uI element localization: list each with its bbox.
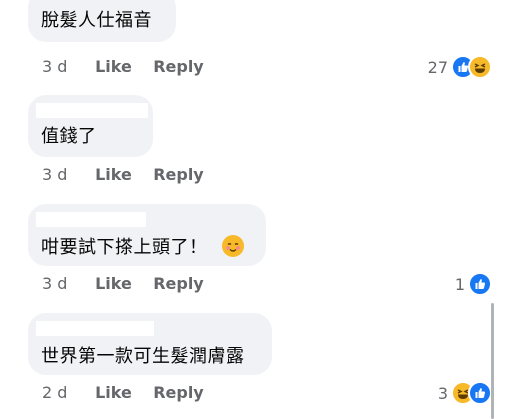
comment-bubble: 值錢了 — [28, 95, 153, 157]
comment-text: 咁要試下搽上頭了！ — [41, 235, 244, 260]
comment-actions: 3 d Like Reply — [42, 57, 204, 77]
like-button[interactable]: Like — [95, 57, 148, 77]
like-icon — [468, 381, 492, 405]
comment-item: 世界第一款可生髮潤膚露 2 d Like Reply 3 — [0, 313, 522, 417]
comment-bubble: 咁要試下搽上頭了！ — [28, 204, 266, 266]
comment-actions: 3 d Like Reply — [42, 165, 204, 185]
like-icon — [468, 272, 492, 296]
comment-text: 值錢了 — [41, 126, 97, 147]
like-button[interactable]: Like — [95, 165, 148, 185]
author-name-redacted[interactable] — [36, 212, 146, 227]
comment-text: 世界第一款可生髮潤膚露 — [41, 346, 245, 367]
comment-text-content: 咁要試下搽上頭了！ — [41, 237, 208, 258]
comment-item: 值錢了 3 d Like Reply — [0, 95, 522, 199]
author-name-redacted[interactable] — [36, 321, 154, 336]
comment-timestamp[interactable]: 3 d — [42, 274, 90, 294]
reply-button[interactable]: Reply — [153, 383, 204, 403]
author-name-redacted[interactable] — [36, 103, 148, 118]
like-button[interactable]: Like — [95, 383, 148, 403]
scrollbar[interactable] — [491, 303, 494, 419]
reaction-summary[interactable]: 27 — [428, 55, 492, 79]
comment-timestamp[interactable]: 3 d — [42, 57, 90, 77]
reply-button[interactable]: Reply — [153, 274, 204, 294]
haha-icon — [468, 55, 492, 79]
blushing-smile-emoji-icon — [221, 235, 244, 257]
comment-item: 脫髮人仕福音 3 d Like Reply 27 — [0, 0, 522, 104]
comment-bubble: 脫髮人仕福音 — [28, 0, 176, 42]
comment-actions: 2 d Like Reply — [42, 383, 204, 403]
reaction-summary[interactable]: 3 — [438, 381, 492, 405]
like-button[interactable]: Like — [95, 274, 148, 294]
reaction-summary[interactable]: 1 — [455, 272, 492, 296]
comment-item: 咁要試下搽上頭了！ 3 d Like Reply 1 — [0, 204, 522, 308]
reaction-count: 1 — [454, 274, 465, 294]
comment-bubble: 世界第一款可生髮潤膚露 — [28, 313, 272, 375]
reply-button[interactable]: Reply — [153, 57, 204, 77]
comment-timestamp[interactable]: 3 d — [42, 165, 90, 185]
comment-timestamp[interactable]: 2 d — [42, 383, 90, 403]
comment-actions: 3 d Like Reply — [42, 274, 204, 294]
comment-text: 脫髮人仕福音 — [41, 10, 152, 31]
reaction-count: 3 — [437, 383, 448, 403]
reaction-count: 27 — [427, 57, 448, 77]
reply-button[interactable]: Reply — [153, 165, 204, 185]
